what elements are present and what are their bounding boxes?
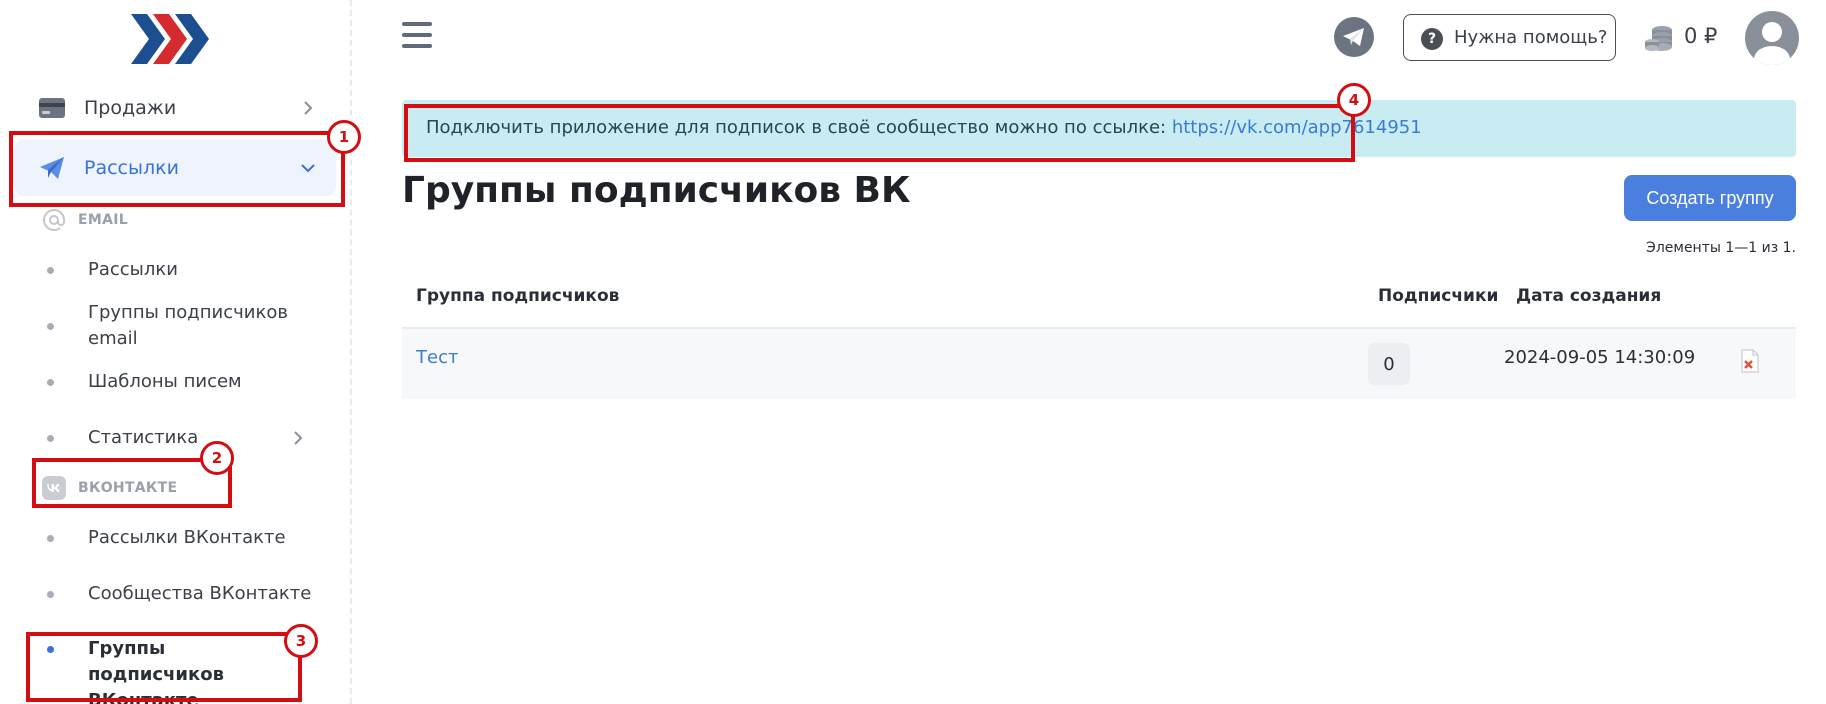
sidebar-sub-vk-communities[interactable]: Сообщества ВКонтакте [42,574,332,614]
bullet-icon [47,591,54,598]
section-email: EMAIL [42,206,128,234]
pagination-summary: Элементы 1—1 из 1. [1646,240,1796,256]
avatar[interactable] [1745,11,1799,65]
annotation-box-3 [26,632,302,702]
sidebar-sub-label: Шаблоны писем [88,371,242,392]
logo-icon [131,14,209,64]
sidebar-sub-label: Сообщества ВКонтакте [88,583,312,604]
sidebar-item-sales[interactable]: Продажи [14,80,336,136]
annotation-box-4 [404,104,1355,162]
sidebar-sub-email-groups[interactable]: Группы подписчиков email [42,302,332,349]
bullet-icon [47,267,54,274]
sidebar-sub-email-mailings[interactable]: Рассылки [42,250,332,290]
group-name-link[interactable]: Тест [416,347,458,368]
sidebar-sub-vk-mailings[interactable]: Рассылки ВКонтакте [42,518,332,558]
user-avatar-icon [1754,22,1790,65]
annotation-badge-4: 4 [1337,83,1371,117]
subscriber-count-badge: 0 [1368,343,1410,385]
at-sign-icon [42,208,66,232]
sidebar-sub-templates[interactable]: Шаблоны писем [42,362,332,402]
table-row: Тест 0 2024-09-05 14:30:09 [402,329,1796,399]
sidebar-sub-label: Статистика [88,427,199,448]
sidebar-item-label: Продажи [84,97,177,119]
sidebar-sub-label: Группы подписчиков email [88,302,288,349]
bullet-icon [47,535,54,542]
card-icon [38,94,66,122]
created-date: 2024-09-05 14:30:09 [1504,347,1696,368]
menu-toggle-icon[interactable] [402,22,432,50]
telegram-icon[interactable] [1334,17,1374,57]
help-button-label: Нужна помощь? [1454,27,1608,48]
column-header-subscribers[interactable]: Подписчики [1378,286,1498,306]
annotation-badge-1: 1 [327,120,361,154]
create-group-button[interactable]: Создать группу [1624,175,1796,221]
annotation-box-1 [9,131,345,207]
bullet-icon [47,435,54,442]
annotation-badge-3: 3 [284,624,318,658]
annotation-badge-2: 2 [200,441,234,475]
bullet-icon [47,379,54,386]
sidebar-sub-statistics[interactable]: Статистика [42,418,332,458]
delete-icon[interactable] [1740,349,1760,373]
sidebar-sub-label: Рассылки [88,259,178,280]
column-header-created[interactable]: Дата создания [1516,286,1661,306]
help-button[interactable]: ? Нужна помощь? [1403,14,1616,61]
question-icon: ? [1421,28,1443,50]
sidebar-sub-label: Рассылки ВКонтакте [88,527,286,548]
balance-value: 0 ₽ [1684,24,1718,48]
section-label: EMAIL [78,212,128,228]
coins-icon [1645,26,1672,51]
sidebar: Продажи Рассылки EMAIL Рассылки Группы п… [0,0,352,704]
chevron-right-icon [304,101,313,115]
column-header-group[interactable]: Группа подписчиков [416,286,619,306]
page-title: Группы подписчиков ВК [402,170,911,211]
bullet-icon [47,323,54,330]
chevron-right-icon [294,431,303,445]
